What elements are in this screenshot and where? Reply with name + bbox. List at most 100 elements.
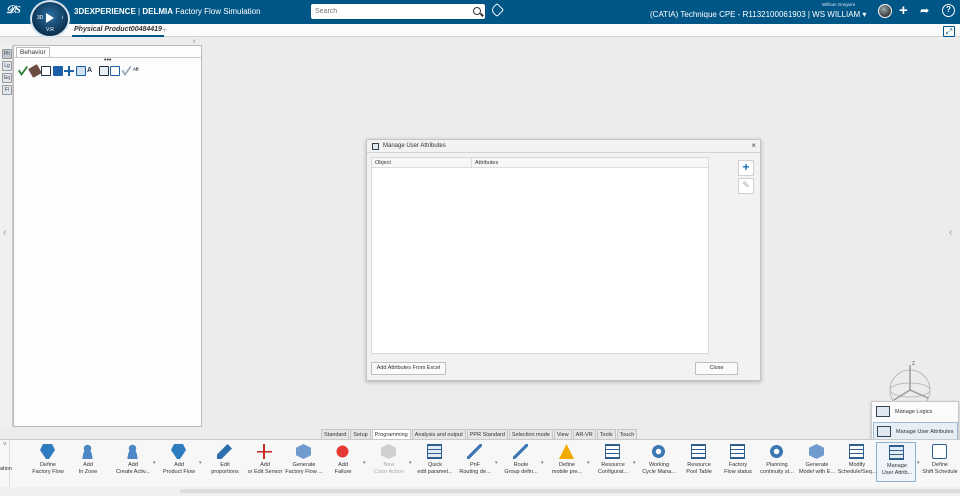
tab-ppr-standard[interactable]: PPR Standard (466, 429, 508, 439)
route-group-definition-button[interactable]: Route Group defin... (498, 442, 544, 482)
command-label-line1: Factory (728, 462, 748, 468)
abc-icon[interactable]: ᴬᴮ (133, 66, 143, 76)
strip-item-physical[interactable]: Ph (2, 49, 12, 59)
collapse-panel-icon[interactable]: ‹ (193, 38, 195, 45)
close-button[interactable]: Close (695, 362, 738, 375)
search-box[interactable] (311, 4, 485, 19)
user-name: William Gregoire (822, 2, 856, 7)
truncated-command-label[interactable]: ation (0, 466, 12, 472)
command-label-line2: Pool Table (686, 468, 712, 475)
tab-tools[interactable]: Tools (596, 429, 616, 439)
strip-item-flow[interactable]: Fl (2, 85, 12, 95)
attributes-table[interactable]: Object Attributes (371, 157, 709, 354)
parameters-icon (427, 444, 442, 459)
define-mobile-presence-button[interactable]: Define mobile pre... (544, 442, 590, 482)
chevron-down-icon[interactable]: ˅ (3, 442, 7, 448)
tab-view[interactable]: View (553, 429, 572, 439)
close-icon[interactable]: × (751, 141, 756, 150)
command-label-line2: Model with E... (798, 468, 836, 475)
menu-item-manage-logics[interactable]: Manage Logics (873, 403, 958, 421)
compass-3d-label: 3D (37, 15, 44, 21)
command-label: Define mobile pre... (544, 462, 590, 475)
zone-icon (80, 444, 95, 459)
logics-icon (876, 406, 890, 417)
command-label: Add Failure (320, 462, 366, 475)
tag-icon[interactable] (489, 2, 505, 18)
column-header-attributes[interactable]: Attributes (472, 158, 708, 168)
horizontal-scrollbar[interactable] (180, 489, 960, 493)
tab-physical-product[interactable]: Physical Product00484419 (72, 24, 164, 37)
compass-icon[interactable]: 3D i V.R (30, 0, 70, 38)
plus-icon[interactable]: + (899, 3, 908, 19)
avatar[interactable] (878, 4, 892, 18)
mobile-icon (559, 444, 574, 459)
help-icon[interactable]: ? (942, 4, 955, 17)
command-label-line2: mobile pre... (551, 468, 583, 475)
new-color-action-button[interactable]: New Color Action (366, 442, 412, 482)
chevron-right-icon[interactable]: ‹ (949, 227, 952, 238)
command-label-line2: In Zone (78, 468, 98, 475)
hammer-icon[interactable] (27, 64, 42, 78)
command-label-line2: Routing de... (459, 468, 491, 475)
behavior-panel: Behavior ••• A ᴬᴮ (13, 45, 202, 427)
command-label-line1: Define (932, 462, 948, 468)
command-label-line2: Flow status (724, 468, 752, 475)
strip-item-logical[interactable]: Lg (2, 61, 12, 71)
column-header-object[interactable]: Object (372, 158, 472, 168)
menu-item-label: Manage Logics (895, 409, 933, 415)
command-label-line2: Color Action (374, 468, 404, 475)
tab-setup[interactable]: Setup (350, 429, 371, 439)
share-icon[interactable]: ➦ (920, 4, 929, 17)
tab-touch[interactable]: Touch (616, 429, 638, 439)
command-label-line1: Add (338, 462, 348, 468)
add-attribute-button[interactable]: + (738, 160, 754, 176)
expand-icon[interactable]: ⤢ (943, 26, 955, 37)
behavior-toolbar: A ᴬᴮ (18, 64, 143, 78)
chevron-left-icon[interactable]: ‹ (3, 227, 6, 238)
add-node-icon[interactable] (64, 66, 74, 76)
add-attributes-from-excel-button[interactable]: Add Attributes From Excel (371, 362, 446, 375)
link-icon[interactable] (75, 66, 86, 76)
define-shift-schedule-button[interactable]: Define Shift Schedule (920, 442, 960, 482)
tab-selection-mode[interactable]: Selection mode (508, 429, 553, 439)
command-label-line1: Route (513, 462, 529, 468)
more-icon[interactable]: ••• (104, 57, 111, 64)
text-icon[interactable]: A (87, 66, 97, 76)
command-label-line1: New (383, 462, 395, 468)
frame-icon[interactable] (98, 66, 109, 76)
command-label-line2: Failure (334, 468, 352, 475)
command-label-line1: Manage (887, 463, 907, 469)
add-product-flow-button[interactable]: Add Product Flow (156, 442, 202, 482)
search-icon[interactable] (473, 7, 481, 15)
check-icon[interactable] (121, 66, 132, 76)
command-label: Add In Zone (65, 462, 111, 475)
tab-standard[interactable]: Standard (321, 429, 350, 439)
pnf-routing-button[interactable]: PnF Routing de... (452, 442, 498, 482)
tab-behavior[interactable]: Behavior (16, 47, 50, 57)
tab-programming[interactable]: Programming (371, 429, 411, 439)
add-failure-button[interactable]: Add Failure (320, 442, 366, 482)
command-label-line2: Factory Flow (32, 468, 64, 475)
tab-ar-vr[interactable]: AR-VR (572, 429, 596, 439)
add-create-activity-button[interactable]: Add Create Activ... (110, 442, 156, 482)
menu-item-manage-user-attributes[interactable]: Manage User Attributes (873, 422, 958, 440)
resource-configuration-button[interactable]: Resource Configurat... (590, 442, 636, 482)
add-in-zone-button[interactable]: Add In Zone (65, 442, 111, 482)
context-selector[interactable]: (CATIA) Technique CPE - R1132100061903 |… (650, 10, 866, 19)
validate-icon[interactable] (18, 66, 28, 76)
command-label: Define Shift Schedule (920, 462, 960, 475)
strip-item-equipment[interactable]: Eq (2, 73, 12, 83)
edit-attribute-button[interactable]: ✎ (738, 178, 754, 194)
manage-dropdown-menu: Manage Logics Manage User Attributes (871, 401, 959, 441)
search-input[interactable] (311, 4, 461, 19)
manage-user-attributes-button[interactable]: Manage User Attrib... (876, 442, 916, 482)
ds-logo-icon[interactable]: 𝒟S (6, 4, 24, 20)
selected-frame-icon[interactable] (110, 66, 120, 76)
shift-schedule-icon (932, 444, 947, 459)
modify-schedule-button[interactable]: Modify Schedule/Seq... (834, 442, 880, 482)
product-flow-icon (171, 444, 186, 459)
block-icon[interactable] (52, 66, 63, 76)
tab-analysis-and-output[interactable]: Analysis and output (411, 429, 466, 439)
window-icon[interactable] (41, 66, 51, 76)
add-tab-button[interactable]: + (162, 24, 167, 36)
